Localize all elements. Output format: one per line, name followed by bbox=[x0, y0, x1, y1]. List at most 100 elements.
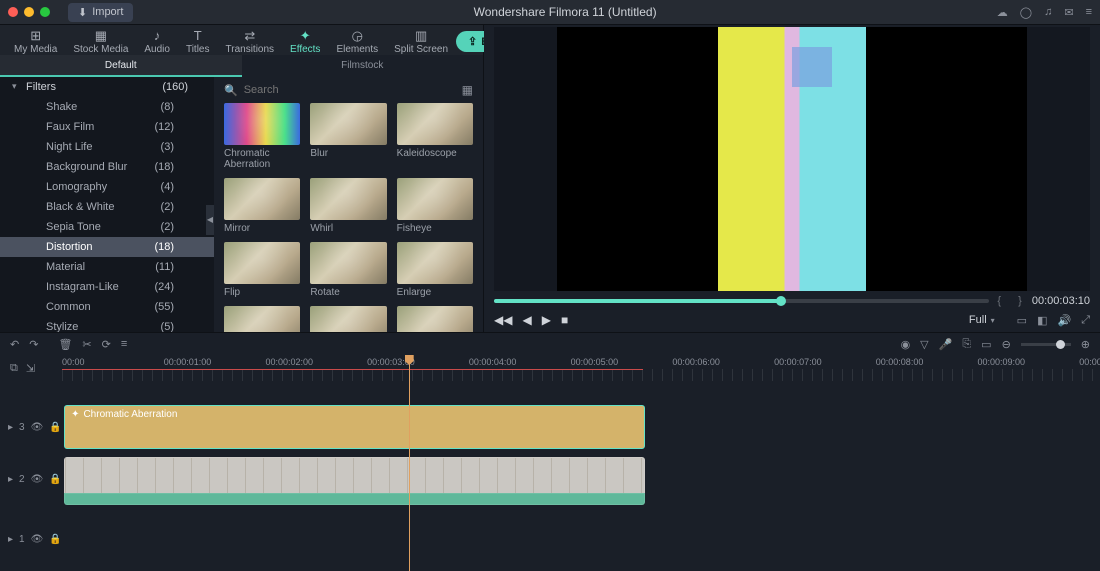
category-item[interactable]: Black & White(2) bbox=[0, 197, 214, 217]
category-item[interactable]: Material(11) bbox=[0, 257, 214, 277]
search-input[interactable] bbox=[244, 84, 456, 96]
tab-transitions[interactable]: ⇄Transitions bbox=[218, 29, 283, 55]
display-1-icon[interactable]: ▭ bbox=[1017, 314, 1027, 327]
mic-icon[interactable]: 🎤 bbox=[939, 338, 953, 351]
category-count: (8) bbox=[161, 101, 174, 113]
effect-thumb[interactable]: Mirror Flip bbox=[224, 306, 300, 332]
category-label: Common bbox=[46, 301, 91, 313]
scrub-track[interactable] bbox=[494, 299, 989, 303]
mixer-icon[interactable]: ⎘ bbox=[962, 338, 971, 351]
tab-split[interactable]: ▥Split Screen bbox=[386, 29, 456, 55]
effect-thumb[interactable]: Blur bbox=[310, 103, 386, 170]
category-item[interactable]: Background Blur(18) bbox=[0, 157, 214, 177]
preview-video[interactable] bbox=[494, 27, 1090, 291]
close-window[interactable] bbox=[8, 7, 18, 17]
play-icon[interactable]: ▶ bbox=[542, 313, 551, 327]
clip-audio[interactable] bbox=[64, 493, 645, 505]
in-out-brackets[interactable]: { } bbox=[997, 295, 1024, 307]
cut-icon[interactable]: ✂ bbox=[82, 338, 91, 351]
effect-thumb[interactable]: Fisheye bbox=[397, 178, 473, 234]
link-icon[interactable]: ⇲ bbox=[26, 362, 35, 375]
effect-thumb[interactable]: Flip bbox=[224, 242, 300, 298]
render-icon[interactable]: ▭ bbox=[981, 338, 991, 351]
copy-icon[interactable]: ⧉ bbox=[10, 362, 18, 375]
category-header-filters[interactable]: Filters (160) bbox=[0, 77, 214, 97]
marker-icon[interactable]: ▽ bbox=[920, 338, 928, 351]
headset-icon[interactable]: ♫ bbox=[1044, 6, 1052, 19]
effect-thumb[interactable]: Chromatic Aberration bbox=[224, 103, 300, 170]
delete-icon[interactable]: 🗑 bbox=[58, 338, 72, 351]
effect-thumb[interactable]: Whirl bbox=[310, 178, 386, 234]
visibility-icon[interactable]: 👁 bbox=[31, 534, 44, 545]
category-item[interactable]: Sepia Tone(2) bbox=[0, 217, 214, 237]
category-item[interactable]: Lomography(4) bbox=[0, 177, 214, 197]
timeline-panel: ↶ ↷ 🗑 ✂ ⟳ ≡ ◉ ▽ 🎤 ⎘ ▭ ⊖ ⊕ ⧉ ⇲ 00:0000:00… bbox=[0, 332, 1100, 569]
effect-thumb[interactable]: Water Ripple bbox=[397, 306, 473, 332]
subtab-default[interactable]: Default bbox=[0, 55, 242, 77]
visibility-icon[interactable]: 👁 bbox=[31, 422, 44, 433]
category-item[interactable]: Shake(8) bbox=[0, 97, 214, 117]
category-item[interactable]: Stylize(5) bbox=[0, 317, 214, 332]
tab-effects[interactable]: ✦Effects bbox=[282, 29, 328, 55]
tab-mymedia[interactable]: ⊞My Media bbox=[6, 29, 65, 55]
quality-selector[interactable]: Full ▾ bbox=[969, 314, 995, 326]
lock-icon[interactable]: 🔒 bbox=[49, 474, 61, 485]
tab-stock[interactable]: ▦Stock Media bbox=[65, 29, 136, 55]
track-expand-icon[interactable]: ▸ bbox=[8, 534, 13, 545]
category-item[interactable]: Common(55) bbox=[0, 297, 214, 317]
stop-icon[interactable]: ■ bbox=[561, 313, 568, 327]
prev-frame-icon[interactable]: ◀◀ bbox=[494, 313, 512, 327]
undo-icon[interactable]: ↶ bbox=[10, 338, 19, 351]
track-number: 1 bbox=[19, 534, 25, 545]
effect-thumb[interactable]: Mirror bbox=[224, 178, 300, 234]
zoom-out-icon[interactable]: ⊖ bbox=[1002, 338, 1011, 351]
menu-icon[interactable]: ≡ bbox=[121, 338, 127, 350]
subtab-filmstock[interactable]: Filmstock bbox=[242, 55, 484, 77]
fx-clip-label: Chromatic Aberration bbox=[83, 409, 177, 420]
timeline-ruler[interactable]: ⧉ ⇲ 00:0000:00:01:0000:00:02:0000:00:03:… bbox=[0, 355, 1100, 381]
zoom-slider[interactable] bbox=[1021, 343, 1071, 346]
track-expand-icon[interactable]: ▸ bbox=[8, 474, 13, 485]
collapse-sidebar[interactable]: ◀ bbox=[206, 205, 214, 235]
playhead[interactable] bbox=[409, 355, 410, 571]
effect-thumb[interactable]: Narrow bbox=[310, 306, 386, 332]
category-item[interactable]: Faux Film(12) bbox=[0, 117, 214, 137]
record-icon[interactable]: ◉ bbox=[901, 338, 911, 351]
effect-thumb[interactable]: Rotate bbox=[310, 242, 386, 298]
minimize-window[interactable] bbox=[24, 7, 34, 17]
volume-icon[interactable]: 🔊 bbox=[1057, 314, 1071, 327]
titles-icon: T bbox=[194, 29, 202, 42]
effect-thumb[interactable]: Enlarge bbox=[397, 242, 473, 298]
transitions-icon: ⇄ bbox=[244, 29, 255, 42]
tab-label: Effects bbox=[290, 44, 320, 55]
category-item[interactable]: Night Life(3) bbox=[0, 137, 214, 157]
grid-view-icon[interactable]: ▦ bbox=[462, 83, 473, 97]
maximize-window[interactable] bbox=[40, 7, 50, 17]
effect-thumb[interactable]: Kaleidoscope bbox=[397, 103, 473, 170]
ruler-tick: 00:00:07:00 bbox=[774, 357, 822, 367]
visibility-icon[interactable]: 👁 bbox=[31, 474, 44, 485]
lock-icon[interactable]: 🔒 bbox=[49, 534, 61, 545]
track-expand-icon[interactable]: ▸ bbox=[8, 422, 13, 433]
category-item[interactable]: Instagram-Like(24) bbox=[0, 277, 214, 297]
lock-icon[interactable]: 🔒 bbox=[49, 422, 61, 433]
category-list: Filters (160) Shake(8)Faux Film(12)Night… bbox=[0, 77, 214, 332]
tab-titles[interactable]: TTitles bbox=[178, 29, 218, 55]
user-icon[interactable]: ◯ bbox=[1020, 6, 1032, 19]
zoom-in-icon[interactable]: ⊕ bbox=[1081, 338, 1090, 351]
tab-audio[interactable]: ♪Audio bbox=[136, 29, 178, 55]
snapshot-icon[interactable]: ⤢ bbox=[1081, 314, 1090, 327]
import-button[interactable]: ⬇ Import bbox=[68, 3, 133, 22]
speed-icon[interactable]: ⟳ bbox=[102, 338, 111, 351]
tab-elements[interactable]: ◶Elements bbox=[328, 29, 386, 55]
mail-icon[interactable]: ✉ bbox=[1064, 6, 1073, 19]
category-count: (3) bbox=[161, 141, 174, 153]
clip-effect[interactable]: ✦Chromatic Aberration bbox=[64, 405, 645, 449]
redo-icon[interactable]: ↷ bbox=[29, 338, 38, 351]
preview-scrubber[interactable]: { } 00:00:03:10 bbox=[484, 291, 1100, 311]
category-item[interactable]: Distortion(18) bbox=[0, 237, 214, 257]
bell-icon[interactable]: ≡ bbox=[1086, 6, 1092, 19]
display-2-icon[interactable]: ◧ bbox=[1037, 314, 1047, 327]
cloud-icon[interactable]: ☁ bbox=[997, 6, 1008, 19]
prev-icon[interactable]: ◀ bbox=[522, 313, 531, 327]
